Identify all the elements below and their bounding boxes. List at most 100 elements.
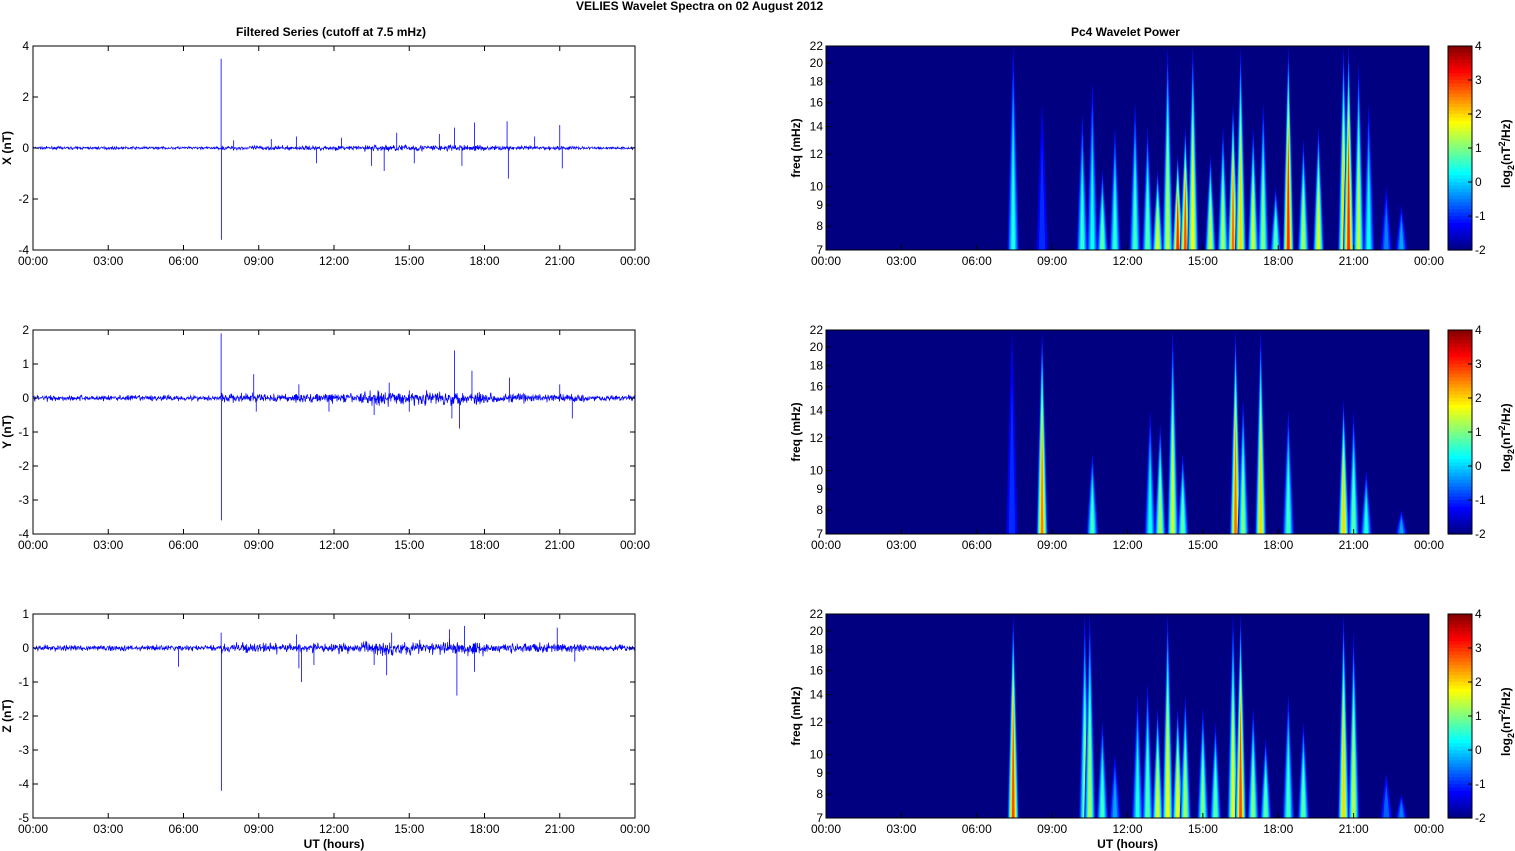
y-axis-label: Z (nT) — [0, 699, 14, 732]
y-tick-label: 16 — [810, 380, 824, 394]
y-tick-label: 2 — [22, 323, 29, 337]
x-tick-label: 15:00 — [394, 538, 424, 552]
colorbar-label-part: /Hz) — [1499, 119, 1513, 141]
x-tick-label: 00:00 — [1414, 538, 1444, 552]
x-tick-label: 00:00 — [620, 254, 650, 268]
timeseries-panel-x: 420-2-400:00 03:00 06:00 09:00 12:00 15:00 18:… — [0, 39, 650, 268]
colorbar-tick-label: -2 — [1475, 527, 1486, 541]
colorbar-label-part: (nT — [1499, 146, 1513, 165]
x-tick-label: 09:00 — [244, 538, 274, 552]
y-tick-label: -1 — [18, 675, 29, 689]
y-axis-label: X (nT) — [0, 131, 14, 165]
plot-area — [32, 613, 636, 819]
y-tick-label: -3 — [18, 493, 29, 507]
timeseries-panel-z: 10-1-2-3-4-500:00 03:00 06:00 09:00 12:00 15:… — [0, 607, 650, 851]
x-tick-label: 00:00 — [620, 822, 650, 836]
x-tick-label: 00:00 — [18, 822, 48, 836]
y-tick-label: -1 — [18, 425, 29, 439]
colorbar-segment — [1448, 185, 1472, 190]
y-tick-label: 8 — [816, 503, 823, 517]
colorbar-tick-label: 3 — [1475, 73, 1482, 87]
x-tick-label: 12:00 — [1112, 538, 1142, 552]
colorbar-segment — [1448, 151, 1472, 156]
y-tick-label: 14 — [810, 404, 824, 418]
y-tick-label: 20 — [810, 56, 824, 70]
x-tick-label: 12:00 — [319, 538, 349, 552]
y-tick-label: -3 — [18, 743, 29, 757]
colorbar-tick-label: 0 — [1475, 743, 1482, 757]
y-tick-label: 9 — [816, 198, 823, 212]
spectrogram-panel-y: 2220181614121098700:00 03:00 06:00 09:00 12:… — [789, 323, 1515, 552]
y-tick-label: 14 — [810, 688, 824, 702]
y-tick-label: -2 — [18, 709, 29, 723]
colorbar-segment — [1448, 489, 1472, 494]
y-tick-label: 20 — [810, 340, 824, 354]
colorbar-segment — [1448, 472, 1472, 477]
y-tick-label: 0 — [22, 391, 29, 405]
y-tick-label: 18 — [810, 75, 824, 89]
y-tick-label: 1 — [22, 357, 29, 371]
y-tick-label: 20 — [810, 624, 824, 638]
y-tick-label: 22 — [810, 323, 824, 337]
colorbar-tick-label: 0 — [1475, 175, 1482, 189]
spectrogram-background — [826, 330, 1429, 534]
x-tick-label: 06:00 — [168, 254, 198, 268]
x-tick-label: 18:00 — [1263, 822, 1293, 836]
colorbar-segment — [1448, 506, 1472, 511]
y-tick-label: 0 — [22, 141, 29, 155]
colorbar-segment — [1448, 370, 1472, 375]
colorbar: 4 3 2 1 0 -1 -2 log2(nT2/Hz) — [1447, 39, 1515, 257]
colorbar-segment — [1448, 226, 1472, 231]
y-tick-label: 2 — [22, 90, 29, 104]
colorbar-label: log2(nT2/Hz) — [1497, 119, 1515, 188]
x-tick-label: 18:00 — [1263, 254, 1293, 268]
x-tick-label: 03:00 — [886, 538, 916, 552]
colorbar: 4 3 2 1 0 -1 -2 log2(nT2/Hz) — [1447, 607, 1515, 825]
colorbar-segment — [1448, 158, 1472, 163]
x-tick-label: 12:00 — [319, 822, 349, 836]
spectrogram-panel-x: 2220181614121098700:00 03:00 06:00 09:00 12:… — [789, 39, 1515, 268]
y-tick-label: 8 — [816, 219, 823, 233]
y-tick-label: 18 — [810, 643, 824, 657]
colorbar-label-part: log — [1499, 454, 1513, 472]
colorbar-tick-label: -1 — [1475, 777, 1486, 791]
x-tick-label: 18:00 — [1263, 538, 1293, 552]
colorbar-tick-label: -2 — [1475, 811, 1486, 825]
colorbar-label-part: log — [1499, 170, 1513, 188]
spectrogram-background — [826, 46, 1429, 250]
colorbar-tick-label: 0 — [1475, 459, 1482, 473]
x-tick-label: 12:00 — [1112, 822, 1142, 836]
colorbar-label-part: log — [1499, 738, 1513, 756]
y-tick-label: 8 — [816, 787, 823, 801]
y-tick-label: 12 — [810, 715, 824, 729]
colorbar-segment — [1448, 175, 1472, 180]
y-tick-label: 10 — [810, 463, 824, 477]
colorbar-segment — [1448, 192, 1472, 197]
y-tick-label: 14 — [810, 120, 824, 134]
colorbar-segment — [1448, 421, 1472, 426]
colorbar-tick-label: 3 — [1475, 357, 1482, 371]
y-axis-label: Y (nT) — [0, 415, 14, 449]
colorbar-tick-label: -1 — [1475, 209, 1486, 223]
x-tick-label: 15:00 — [394, 822, 424, 836]
x-tick-label: 03:00 — [886, 254, 916, 268]
colorbar-label-part: (nT — [1499, 714, 1513, 733]
x-tick-label: 06:00 — [962, 538, 992, 552]
y-tick-label: 18 — [810, 359, 824, 373]
figure: VELIES Wavelet Spectra on 02 August 2012… — [0, 0, 1515, 851]
x-tick-label: 15:00 — [1188, 538, 1218, 552]
x-tick-label: 06:00 — [168, 538, 198, 552]
y-tick-label: 12 — [810, 431, 824, 445]
colorbar-segment — [1448, 168, 1472, 173]
y-axis-label: freq (mHz) — [789, 686, 803, 745]
x-tick-label: 03:00 — [93, 822, 123, 836]
x-tick-label: 00:00 — [18, 538, 48, 552]
spectrogram-background — [826, 614, 1429, 818]
x-tick-label: 00:00 — [18, 254, 48, 268]
colorbar-tick-label: -1 — [1475, 493, 1486, 507]
y-tick-label: 16 — [810, 96, 824, 110]
x-tick-label: 03:00 — [886, 822, 916, 836]
x-tick-label: 06:00 — [168, 822, 198, 836]
colorbar: 4 3 2 1 0 -1 -2 log2(nT2/Hz) — [1447, 323, 1515, 541]
colorbar-label-part: (nT — [1499, 430, 1513, 449]
